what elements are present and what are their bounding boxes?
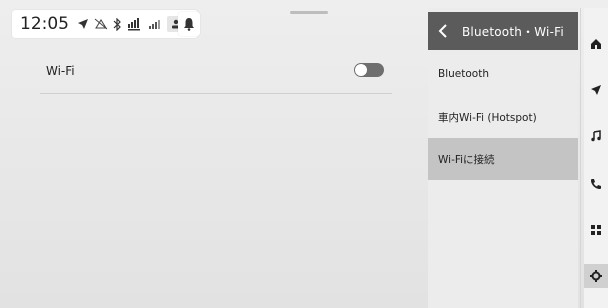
- panel-header[interactable]: Bluetooth・Wi-Fi: [428, 12, 578, 50]
- toggle-knob: [355, 64, 367, 76]
- settings-gear-icon[interactable]: [584, 264, 608, 288]
- navigation-arrow-icon: [77, 18, 89, 30]
- music-icon[interactable]: [584, 124, 608, 148]
- bluetooth-icon: [113, 17, 122, 31]
- no-signal-icon: [94, 18, 108, 30]
- rail-separator: [580, 8, 581, 308]
- wifi-label: Wi-Fi: [46, 64, 75, 78]
- panel-title: Bluetooth・Wi-Fi: [462, 24, 564, 39]
- cellular-signal-icon: [148, 18, 162, 30]
- menu-item-hotspot[interactable]: 車内Wi-Fi (Hotspot): [428, 96, 578, 138]
- menu-item-wifi-connect[interactable]: Wi-Fiに接続: [428, 138, 578, 180]
- menu-item-label: Bluetooth: [438, 68, 489, 80]
- menu-item-label: 車内Wi-Fi (Hotspot): [438, 111, 537, 124]
- cellular-signal-dcm-icon: [127, 17, 143, 31]
- wifi-toggle-switch[interactable]: [354, 63, 384, 77]
- home-icon[interactable]: [584, 32, 608, 56]
- clock: 12:05: [20, 14, 69, 34]
- phone-icon[interactable]: [584, 172, 608, 196]
- navigation-icon[interactable]: [584, 78, 608, 102]
- menu-item-bluetooth[interactable]: Bluetooth: [428, 53, 578, 95]
- row-divider: [40, 93, 392, 94]
- apps-grid-icon[interactable]: [584, 218, 608, 242]
- back-chevron-icon[interactable]: [438, 24, 458, 38]
- notification-bell-icon[interactable]: [178, 12, 200, 36]
- status-bar: 12:05: [12, 10, 198, 38]
- drag-handle[interactable]: [290, 11, 328, 14]
- menu-item-label: Wi-Fiに接続: [438, 153, 495, 166]
- wifi-toggle-row[interactable]: Wi-Fi: [40, 55, 390, 93]
